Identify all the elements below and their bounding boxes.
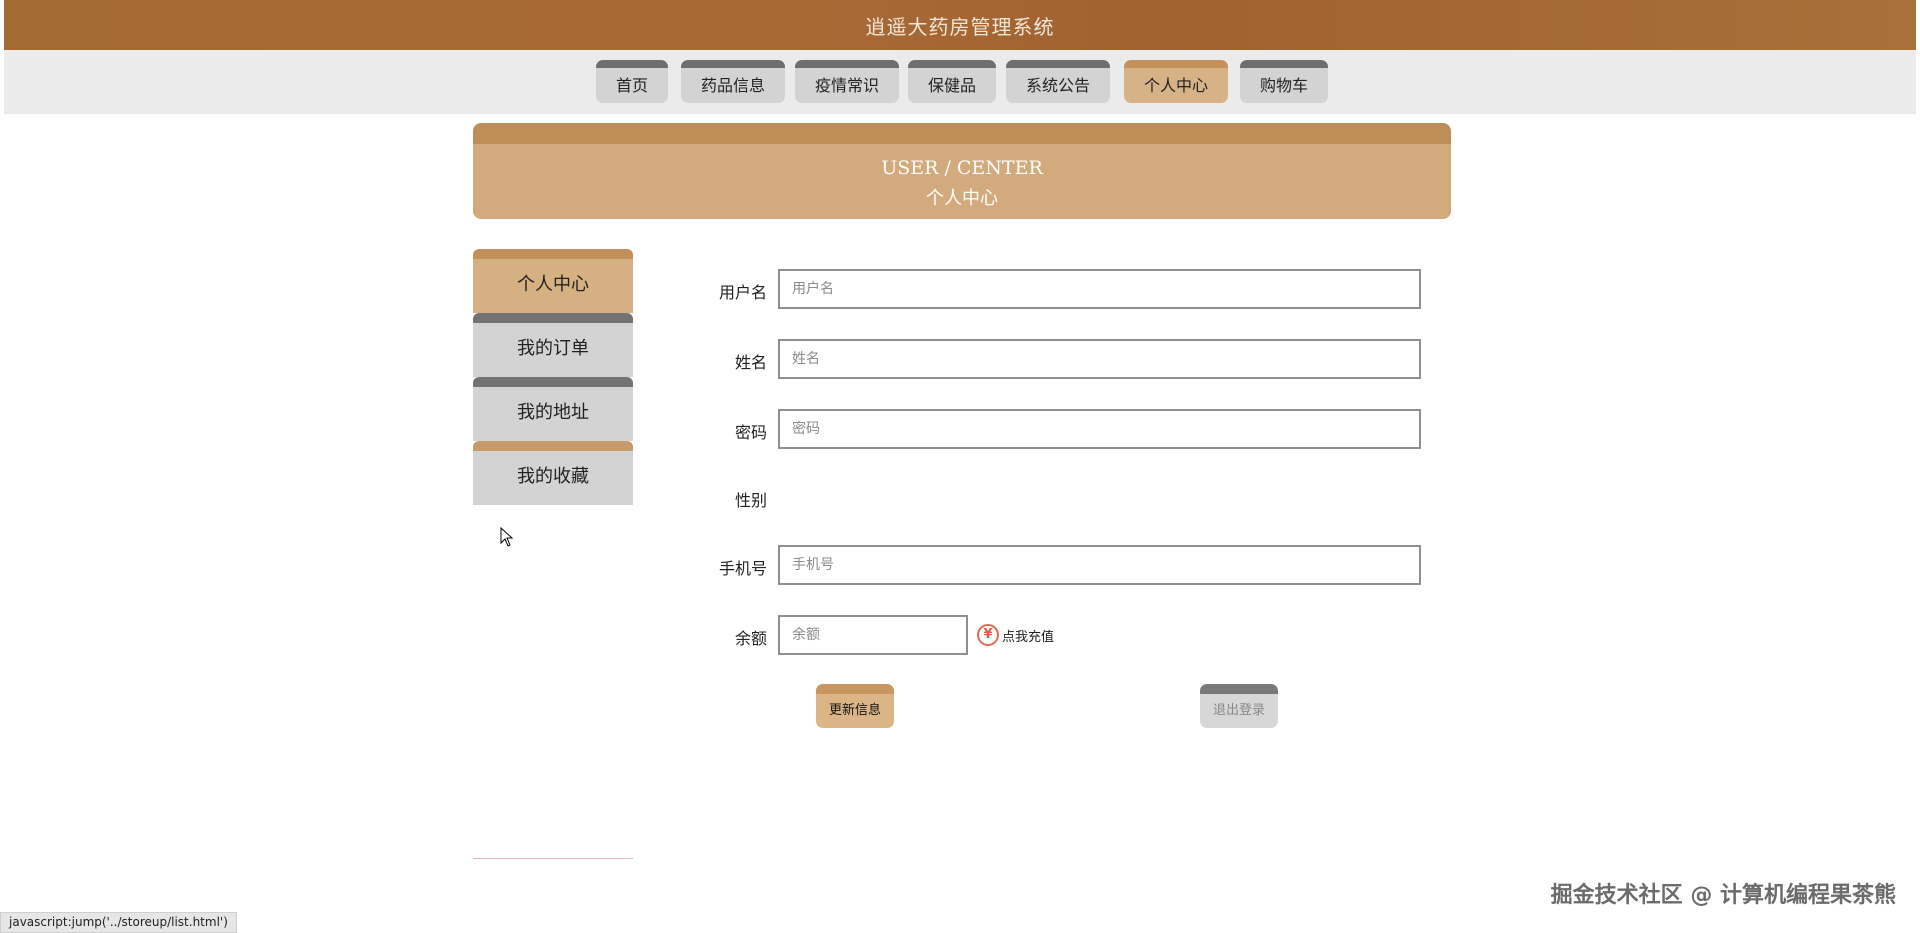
logout-button[interactable]: 退出登录 — [1200, 684, 1278, 728]
mouse-cursor-icon — [500, 527, 514, 547]
name-label: 姓名 — [734, 353, 767, 372]
sidebar-divider — [473, 858, 633, 859]
app-title: 逍遥大药房管理系统 — [865, 15, 1055, 39]
sidebar-item-personal-center[interactable]: 个人中心 — [473, 249, 633, 313]
password-input[interactable] — [778, 409, 1421, 449]
name-input[interactable] — [778, 339, 1421, 379]
nav-tab-personal-center[interactable]: 个人中心 — [1124, 60, 1228, 103]
watermark: 掘金技术社区 @ 计算机编程果茶熊 — [1550, 883, 1896, 908]
sidebar-item-my-addresses[interactable]: 我的地址 — [473, 377, 633, 441]
balance-input[interactable] — [778, 615, 968, 655]
nav-tab-home[interactable]: 首页 — [596, 60, 668, 103]
main-nav: 首页 药品信息 疫情常识 保健品 系统公告 个人中心 购物车 — [4, 50, 1916, 114]
nav-tab-health-products[interactable]: 保健品 — [908, 60, 996, 103]
banner-title-en: USER / CENTER — [881, 157, 1043, 179]
update-info-button[interactable]: 更新信息 — [816, 684, 894, 728]
phone-label: 手机号 — [718, 559, 767, 578]
nav-tab-announcements[interactable]: 系统公告 — [1006, 60, 1110, 103]
recharge-link[interactable]: ¥ 点我充值 — [977, 623, 1054, 647]
password-label: 密码 — [734, 423, 767, 442]
balance-label: 余额 — [734, 629, 767, 648]
gender-label: 性别 — [734, 491, 767, 510]
sidebar-item-my-orders[interactable]: 我的订单 — [473, 313, 633, 377]
phone-input[interactable] — [778, 545, 1421, 585]
status-bar: javascript:jump('../storeup/list.html') — [0, 912, 237, 933]
recharge-label: 点我充值 — [1002, 629, 1055, 645]
page: 逍遥大药房管理系统 首页 药品信息 疫情常识 保健品 系统公告 个人中心 购物车… — [0, 0, 1920, 933]
nav-tab-cart[interactable]: 购物车 — [1240, 60, 1328, 103]
app-header: 逍遥大药房管理系统 — [4, 0, 1916, 50]
username-input[interactable] — [778, 269, 1421, 309]
nav-tab-epidemic-knowledge[interactable]: 疫情常识 — [795, 60, 899, 103]
banner-title-cn: 个人中心 — [926, 188, 998, 209]
username-label: 用户名 — [718, 283, 767, 302]
sidebar-item-my-favorites[interactable]: 我的收藏 — [473, 441, 633, 505]
section-banner: USER / CENTER 个人中心 — [473, 123, 1451, 219]
nav-tab-medicine-info[interactable]: 药品信息 — [681, 60, 785, 103]
yen-icon: ¥ — [977, 624, 999, 646]
